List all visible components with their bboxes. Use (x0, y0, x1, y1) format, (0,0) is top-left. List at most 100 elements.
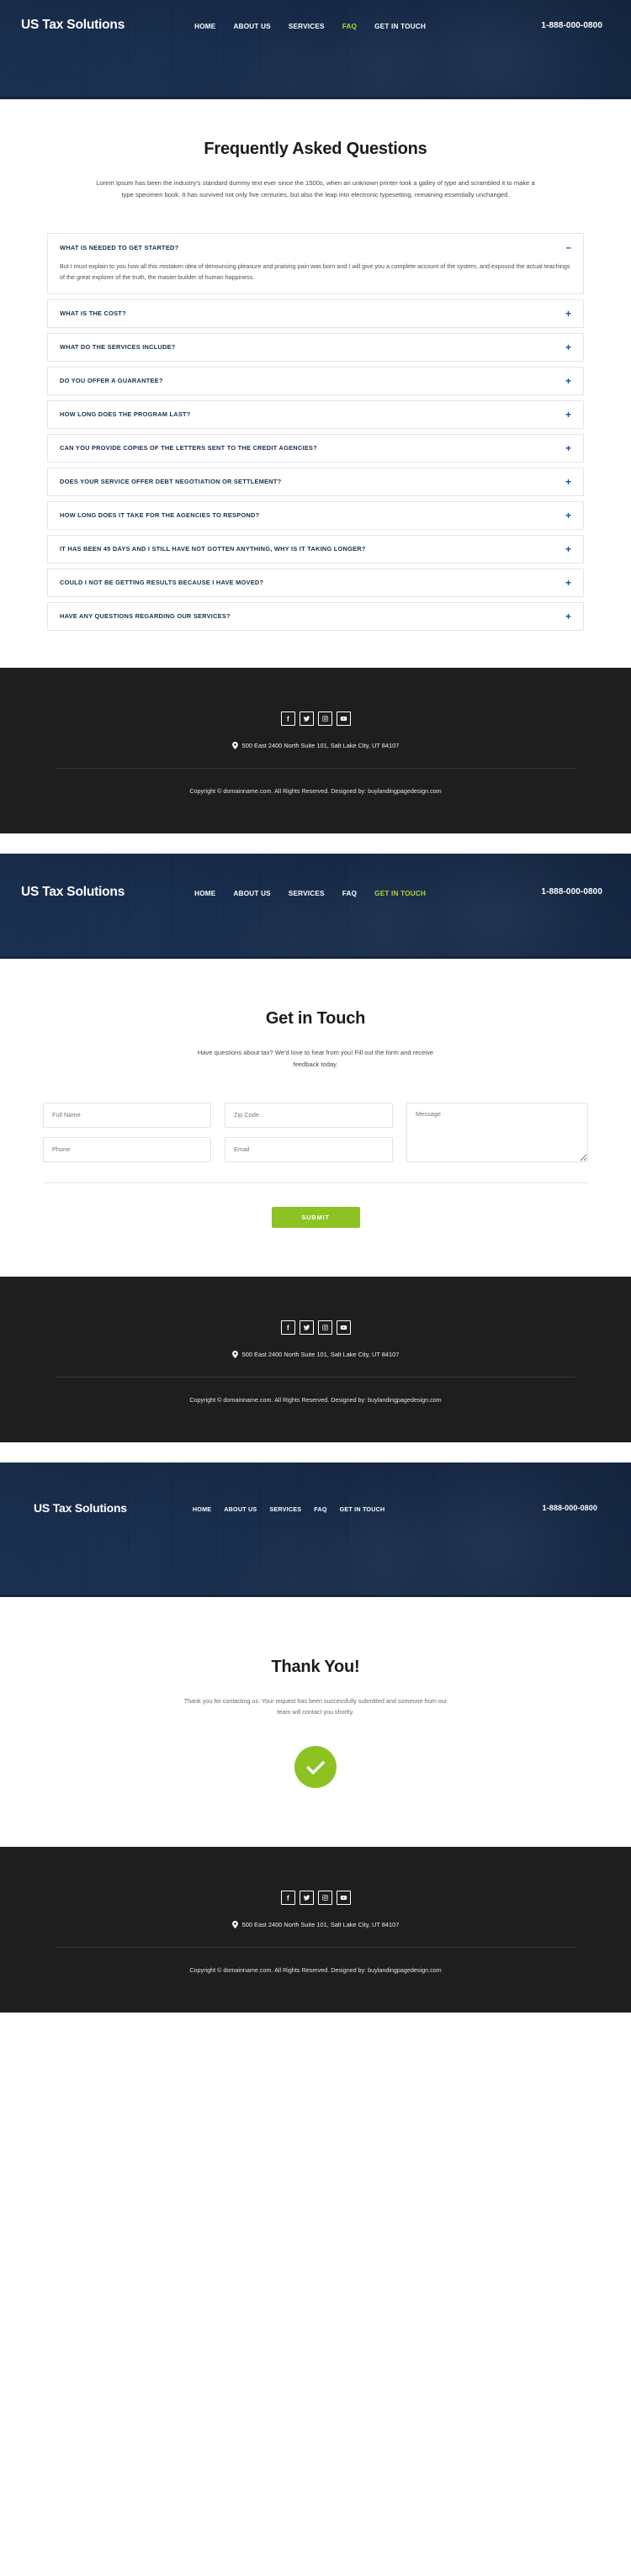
faq-item-header[interactable]: HOW LONG DOES THE PROGRAM LAST? + (48, 401, 583, 428)
location-pin-icon (231, 1921, 238, 1929)
nav-item-faq[interactable]: FAQ (342, 18, 357, 33)
faq-item-5[interactable]: HOW LONG DOES THE PROGRAM LAST? + (47, 399, 584, 429)
faq-item-header[interactable]: WHAT IS NEEDED TO GET STARTED? – (48, 234, 583, 261)
youtube-icon[interactable] (336, 1320, 351, 1335)
plus-icon[interactable]: + (561, 376, 571, 386)
faq-item-header[interactable]: DO YOU OFFER A GUARANTEE? + (48, 368, 583, 394)
youtube-icon[interactable] (336, 711, 351, 726)
plus-icon[interactable]: + (561, 611, 571, 622)
faq-item-11[interactable]: HAVE ANY QUESTIONS REGARDING OUR SERVICE… (47, 601, 584, 631)
faq-item-8[interactable]: HOW LONG DOES IT TAKE FOR THE AGENCIES T… (47, 500, 584, 530)
faq-item-7[interactable]: DOES YOUR SERVICE OFFER DEBT NEGOTIATION… (47, 467, 584, 496)
nav-link-services[interactable]: SERVICES (289, 23, 325, 30)
nav-item-home[interactable]: HOME (194, 885, 215, 900)
faq-item-header[interactable]: IT HAS BEEN 45 DAYS AND I STILL HAVE NOT… (48, 536, 583, 563)
plus-icon[interactable]: + (561, 477, 571, 487)
twitter-icon[interactable] (299, 1891, 314, 1906)
faq-item-6[interactable]: CAN YOU PROVIDE COPIES OF THE LETTERS SE… (47, 433, 584, 463)
main-navigation: US Tax Solutions HOME ABOUT US SERVICES … (0, 4, 631, 46)
nav-item-about-us[interactable]: ABOUT US (224, 1500, 257, 1515)
email-input[interactable] (225, 1136, 393, 1162)
brand-logo[interactable]: US Tax Solutions (21, 885, 125, 900)
faq-item-3[interactable]: WHAT DO THE SERVICES INCLUDE? + (47, 332, 584, 362)
zip-code-input[interactable] (225, 1102, 393, 1128)
nav-item-get-in-touch[interactable]: GET IN TOUCH (374, 18, 426, 33)
nav-link-get-in-touch[interactable]: GET IN TOUCH (374, 890, 426, 897)
nav-link-faq[interactable]: FAQ (314, 1505, 326, 1513)
minus-icon[interactable]: – (561, 242, 571, 252)
nav-link-faq[interactable]: FAQ (342, 890, 357, 897)
plus-icon[interactable]: + (561, 578, 571, 588)
nav-link-home[interactable]: HOME (193, 1505, 211, 1513)
nav-item-home[interactable]: HOME (193, 1500, 211, 1515)
header-phone-number[interactable]: 1-888-000-0800 (541, 887, 602, 897)
faq-item-header[interactable]: HOW LONG DOES IT TAKE FOR THE AGENCIES T… (48, 502, 583, 529)
nav-item-about-us[interactable]: ABOUT US (233, 18, 270, 33)
phone-input[interactable] (43, 1136, 211, 1162)
twitter-icon[interactable] (299, 1320, 314, 1335)
faq-question: HOW LONG DOES IT TAKE FOR THE AGENCIES T… (60, 511, 260, 520)
plus-icon[interactable]: + (561, 410, 571, 420)
faq-item-2[interactable]: WHAT IS THE COST? + (47, 299, 584, 328)
faq-item-4[interactable]: DO YOU OFFER A GUARANTEE? + (47, 366, 584, 395)
nav-link-get-in-touch[interactable]: GET IN TOUCH (374, 23, 426, 30)
form-grid (43, 1102, 588, 1162)
faq-item-header[interactable]: HAVE ANY QUESTIONS REGARDING OUR SERVICE… (48, 603, 583, 630)
nav-item-faq[interactable]: FAQ (314, 1500, 326, 1515)
nav-item-services[interactable]: SERVICES (289, 885, 325, 900)
page-gap (0, 833, 631, 854)
faq-item-header[interactable]: WHAT DO THE SERVICES INCLUDE? + (48, 334, 583, 361)
footer-divider (56, 767, 575, 769)
faq-item-header[interactable]: DOES YOUR SERVICE OFFER DEBT NEGOTIATION… (48, 468, 583, 495)
facebook-icon[interactable] (280, 1891, 295, 1906)
message-textarea[interactable] (406, 1102, 588, 1162)
twitter-icon[interactable] (299, 711, 314, 726)
youtube-icon[interactable] (336, 1891, 351, 1906)
plus-icon[interactable]: + (561, 510, 571, 521)
nav-link-services[interactable]: SERVICES (269, 1505, 301, 1513)
nav-link-about-us[interactable]: ABOUT US (233, 23, 270, 30)
faq-item-header[interactable]: COULD I NOT BE GETTING RESULTS BECAUSE I… (48, 569, 583, 596)
instagram-icon[interactable] (317, 1320, 332, 1335)
footer-address: 500 East 2400 North Suite 101, Salt Lake… (0, 741, 631, 749)
form-divider (43, 1182, 588, 1183)
nav-item-services[interactable]: SERVICES (269, 1500, 301, 1515)
nav-link-faq[interactable]: FAQ (342, 23, 357, 30)
nav-link-get-in-touch[interactable]: GET IN TOUCH (340, 1505, 385, 1513)
header-phone-number[interactable]: 1-888-000-0800 (541, 21, 602, 30)
faq-item-1[interactable]: WHAT IS NEEDED TO GET STARTED? – But I m… (47, 233, 584, 294)
nav-item-about-us[interactable]: ABOUT US (233, 885, 270, 900)
faq-item-header[interactable]: CAN YOU PROVIDE COPIES OF THE LETTERS SE… (48, 435, 583, 462)
brand-logo[interactable]: US Tax Solutions (21, 18, 125, 33)
instagram-icon[interactable] (317, 711, 332, 726)
nav-link-services[interactable]: SERVICES (289, 890, 325, 897)
full-name-input[interactable] (43, 1102, 211, 1128)
nav-link-about-us[interactable]: ABOUT US (233, 890, 270, 897)
site-footer-thanks: 500 East 2400 North Suite 101, Salt Lake… (0, 1847, 631, 2013)
nav-item-home[interactable]: HOME (194, 18, 215, 33)
nav-link-about-us[interactable]: ABOUT US (224, 1505, 257, 1513)
page-gap (0, 1441, 631, 1463)
faq-item-10[interactable]: COULD I NOT BE GETTING RESULTS BECAUSE I… (47, 568, 584, 597)
faq-item-header[interactable]: WHAT IS THE COST? + (48, 300, 583, 327)
plus-icon[interactable]: + (561, 544, 571, 554)
header-phone-number[interactable]: 1-888-000-0800 (543, 1504, 597, 1512)
nav-link-home[interactable]: HOME (194, 23, 215, 30)
nav-link-home[interactable]: HOME (194, 890, 215, 897)
nav-item-faq[interactable]: FAQ (342, 885, 357, 900)
facebook-icon[interactable] (280, 711, 295, 726)
form-column-left (43, 1102, 211, 1162)
nav-item-services[interactable]: SERVICES (289, 18, 325, 33)
plus-icon[interactable]: + (561, 342, 571, 352)
brand-logo[interactable]: US Tax Solutions (34, 1501, 127, 1515)
faq-question: DOES YOUR SERVICE OFFER DEBT NEGOTIATION… (60, 478, 282, 486)
facebook-icon[interactable] (280, 1320, 295, 1335)
thank-you-page: US Tax Solutions HOME ABOUT US SERVICES … (0, 1462, 631, 2013)
faq-item-9[interactable]: IT HAS BEEN 45 DAYS AND I STILL HAVE NOT… (47, 534, 584, 563)
plus-icon[interactable]: + (561, 443, 571, 453)
instagram-icon[interactable] (317, 1891, 332, 1906)
nav-item-get-in-touch[interactable]: GET IN TOUCH (374, 885, 426, 900)
nav-item-get-in-touch[interactable]: GET IN TOUCH (340, 1500, 385, 1515)
plus-icon[interactable]: + (561, 309, 571, 319)
submit-button[interactable]: SUBMIT (271, 1206, 360, 1228)
